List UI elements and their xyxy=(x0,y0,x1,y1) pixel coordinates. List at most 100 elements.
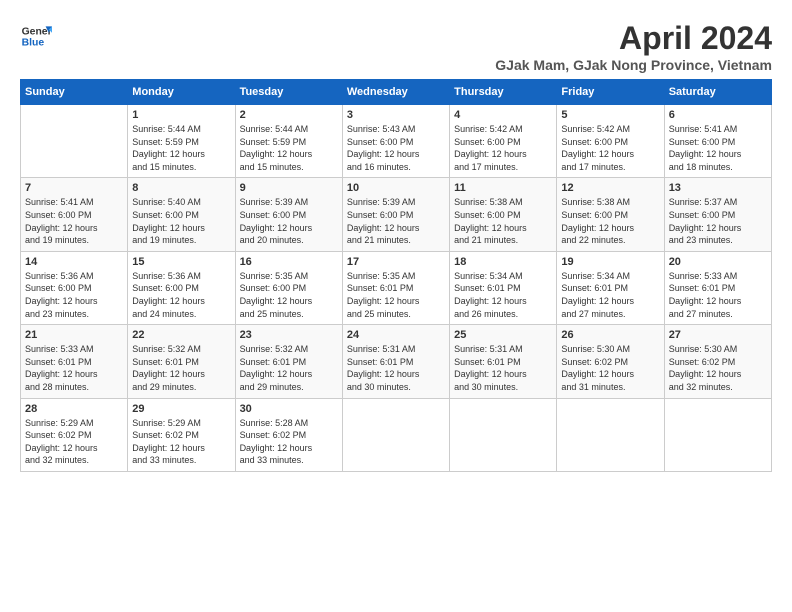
day-number: 18 xyxy=(454,256,552,268)
day-number: 10 xyxy=(347,182,445,194)
day-info: Sunrise: 5:38 AM Sunset: 6:00 PM Dayligh… xyxy=(454,196,552,246)
day-info: Sunrise: 5:35 AM Sunset: 6:01 PM Dayligh… xyxy=(347,270,445,320)
weekday-header-wednesday: Wednesday xyxy=(342,80,449,105)
day-number: 24 xyxy=(347,329,445,341)
calendar-cell xyxy=(21,105,128,178)
day-info: Sunrise: 5:43 AM Sunset: 6:00 PM Dayligh… xyxy=(347,123,445,173)
day-number: 27 xyxy=(669,329,767,341)
day-info: Sunrise: 5:31 AM Sunset: 6:01 PM Dayligh… xyxy=(347,343,445,393)
calendar-cell: 27 Sunrise: 5:30 AM Sunset: 6:02 PM Dayli… xyxy=(664,325,771,398)
weekday-header-saturday: Saturday xyxy=(664,80,771,105)
calendar-cell: 18Sunrise: 5:34 AM Sunset: 6:01 PM Dayli… xyxy=(450,251,557,324)
calendar-cell xyxy=(557,398,664,471)
calendar-cell: 5 Sunrise: 5:42 AM Sunset: 6:00 PM Daylig… xyxy=(557,105,664,178)
calendar-cell xyxy=(342,398,449,471)
calendar-cell: 2Sunrise: 5:44 AM Sunset: 5:59 PM Daylig… xyxy=(235,105,342,178)
day-info: Sunrise: 5:32 AM Sunset: 6:01 PM Dayligh… xyxy=(240,343,338,393)
calendar-cell: 7Sunrise: 5:41 AM Sunset: 6:00 PM Daylig… xyxy=(21,178,128,251)
calendar-cell xyxy=(664,398,771,471)
calendar-cell: 8 Sunrise: 5:40 AM Sunset: 6:00 PM Daylig… xyxy=(128,178,235,251)
weekday-header-tuesday: Tuesday xyxy=(235,80,342,105)
calendar-cell: 16 Sunrise: 5:35 AM Sunset: 6:00 PM Dayli… xyxy=(235,251,342,324)
day-info: Sunrise: 5:37 AM Sunset: 6:00 PM Dayligh… xyxy=(669,196,767,246)
weekday-header-friday: Friday xyxy=(557,80,664,105)
day-info: Sunrise: 5:40 AM Sunset: 6:00 PM Dayligh… xyxy=(132,196,230,246)
day-number: 30 xyxy=(240,403,338,415)
day-number: 8 xyxy=(132,182,230,194)
day-info: Sunrise: 5:30 AM Sunset: 6:02 PM Dayligh… xyxy=(561,343,659,393)
calendar-cell: 4 Sunrise: 5:42 AM Sunset: 6:00 PM Daylig… xyxy=(450,105,557,178)
calendar-cell: 13 Sunrise: 5:37 AM Sunset: 6:00 PM Dayli… xyxy=(664,178,771,251)
day-info: Sunrise: 5:33 AM Sunset: 6:01 PM Dayligh… xyxy=(25,343,123,393)
calendar-cell: 22 Sunrise: 5:32 AM Sunset: 6:01 PM Dayli… xyxy=(128,325,235,398)
day-number: 6 xyxy=(669,109,767,121)
calendar-cell: 6 Sunrise: 5:41 AM Sunset: 6:00 PM Daylig… xyxy=(664,105,771,178)
day-number: 23 xyxy=(240,329,338,341)
logo: General Blue xyxy=(20,20,52,52)
day-info: Sunrise: 5:39 AM Sunset: 6:00 PM Dayligh… xyxy=(240,196,338,246)
calendar-cell: 21 Sunrise: 5:33 AM Sunset: 6:01 PM Dayli… xyxy=(21,325,128,398)
day-info: Sunrise: 5:36 AM Sunset: 6:00 PM Dayligh… xyxy=(132,270,230,320)
weekday-header-monday: Monday xyxy=(128,80,235,105)
day-info: Sunrise: 5:31 AM Sunset: 6:01 PM Dayligh… xyxy=(454,343,552,393)
calendar-cell: 26 Sunrise: 5:30 AM Sunset: 6:02 PM Dayli… xyxy=(557,325,664,398)
calendar-cell xyxy=(450,398,557,471)
calendar-week-1: 1 Sunrise: 5:44 AM Sunset: 5:59 PM Daylig… xyxy=(21,105,772,178)
calendar-cell: 19Sunrise: 5:34 AM Sunset: 6:01 PM Dayli… xyxy=(557,251,664,324)
day-number: 5 xyxy=(561,109,659,121)
day-number: 9 xyxy=(240,182,338,194)
day-info: Sunrise: 5:28 AM Sunset: 6:02 PM Dayligh… xyxy=(240,417,338,467)
day-info: Sunrise: 5:36 AM Sunset: 6:00 PM Dayligh… xyxy=(25,270,123,320)
svg-text:Blue: Blue xyxy=(22,38,45,49)
day-number: 22 xyxy=(132,329,230,341)
day-number: 12 xyxy=(561,182,659,194)
calendar-week-3: 14Sunrise: 5:36 AM Sunset: 6:00 PM Dayli… xyxy=(21,251,772,324)
day-info: Sunrise: 5:41 AM Sunset: 6:00 PM Dayligh… xyxy=(25,196,123,246)
day-info: Sunrise: 5:39 AM Sunset: 6:00 PM Dayligh… xyxy=(347,196,445,246)
logo-icon: General Blue xyxy=(20,20,52,52)
day-number: 15 xyxy=(132,256,230,268)
day-info: Sunrise: 5:29 AM Sunset: 6:02 PM Dayligh… xyxy=(132,417,230,467)
calendar-cell: 12Sunrise: 5:38 AM Sunset: 6:00 PM Dayli… xyxy=(557,178,664,251)
day-info: Sunrise: 5:32 AM Sunset: 6:01 PM Dayligh… xyxy=(132,343,230,393)
day-info: Sunrise: 5:42 AM Sunset: 6:00 PM Dayligh… xyxy=(561,123,659,173)
day-number: 28 xyxy=(25,403,123,415)
calendar-cell: 1 Sunrise: 5:44 AM Sunset: 5:59 PM Daylig… xyxy=(128,105,235,178)
calendar-cell: 9 Sunrise: 5:39 AM Sunset: 6:00 PM Daylig… xyxy=(235,178,342,251)
day-number: 29 xyxy=(132,403,230,415)
calendar-cell: 11 Sunrise: 5:38 AM Sunset: 6:00 PM Dayli… xyxy=(450,178,557,251)
calendar-week-2: 7Sunrise: 5:41 AM Sunset: 6:00 PM Daylig… xyxy=(21,178,772,251)
day-number: 13 xyxy=(669,182,767,194)
calendar-cell: 24 Sunrise: 5:31 AM Sunset: 6:01 PM Dayli… xyxy=(342,325,449,398)
day-number: 19 xyxy=(561,256,659,268)
weekday-header-row: SundayMondayTuesdayWednesdayThursdayFrid… xyxy=(21,80,772,105)
calendar-cell: 15 Sunrise: 5:36 AM Sunset: 6:00 PM Dayli… xyxy=(128,251,235,324)
day-number: 2 xyxy=(240,109,338,121)
day-number: 25 xyxy=(454,329,552,341)
day-number: 1 xyxy=(132,109,230,121)
day-info: Sunrise: 5:30 AM Sunset: 6:02 PM Dayligh… xyxy=(669,343,767,393)
day-info: Sunrise: 5:42 AM Sunset: 6:00 PM Dayligh… xyxy=(454,123,552,173)
weekday-header-sunday: Sunday xyxy=(21,80,128,105)
day-info: Sunrise: 5:44 AM Sunset: 5:59 PM Dayligh… xyxy=(132,123,230,173)
calendar-cell: 14Sunrise: 5:36 AM Sunset: 6:00 PM Dayli… xyxy=(21,251,128,324)
day-number: 17 xyxy=(347,256,445,268)
month-title: April 2024 xyxy=(495,20,772,57)
day-info: Sunrise: 5:41 AM Sunset: 6:00 PM Dayligh… xyxy=(669,123,767,173)
calendar-table: SundayMondayTuesdayWednesdayThursdayFrid… xyxy=(20,79,772,472)
day-number: 4 xyxy=(454,109,552,121)
day-number: 20 xyxy=(669,256,767,268)
day-number: 21 xyxy=(25,329,123,341)
page-header: General Blue April 2024 GJak Mam, GJak N… xyxy=(20,20,772,73)
day-number: 16 xyxy=(240,256,338,268)
calendar-cell: 30 Sunrise: 5:28 AM Sunset: 6:02 PM Dayli… xyxy=(235,398,342,471)
day-info: Sunrise: 5:29 AM Sunset: 6:02 PM Dayligh… xyxy=(25,417,123,467)
day-info: Sunrise: 5:35 AM Sunset: 6:00 PM Dayligh… xyxy=(240,270,338,320)
calendar-cell: 17 Sunrise: 5:35 AM Sunset: 6:01 PM Dayli… xyxy=(342,251,449,324)
calendar-cell: 3Sunrise: 5:43 AM Sunset: 6:00 PM Daylig… xyxy=(342,105,449,178)
day-number: 11 xyxy=(454,182,552,194)
day-number: 26 xyxy=(561,329,659,341)
calendar-cell: 20Sunrise: 5:33 AM Sunset: 6:01 PM Dayli… xyxy=(664,251,771,324)
title-area: April 2024 GJak Mam, GJak Nong Province,… xyxy=(495,20,772,73)
calendar-cell: 10 Sunrise: 5:39 AM Sunset: 6:00 PM Dayli… xyxy=(342,178,449,251)
